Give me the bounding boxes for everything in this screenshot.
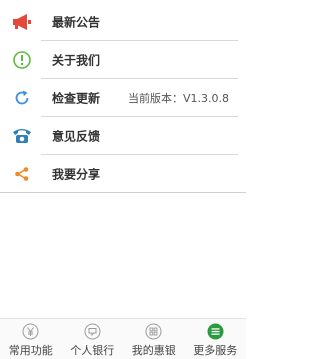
menu-item-label: 意见反馈 — [52, 129, 101, 144]
grid-icon — [145, 323, 162, 340]
tab-label: 常用功能 — [8, 344, 53, 357]
divider — [0, 192, 246, 193]
tab-label: 我的惠银 — [131, 344, 176, 357]
menu-item-label: 我要分享 — [52, 167, 101, 182]
menu-item-label: 关于我们 — [52, 53, 101, 68]
version-text: 当前版本：V1.3.0.8 — [127, 92, 229, 105]
menu-item-label: 最新公告 — [52, 15, 101, 30]
info-icon — [11, 49, 33, 71]
tab-personal-banking[interactable]: 个人银行 — [62, 319, 124, 359]
menu-item-share[interactable]: 我要分享 — [0, 155, 246, 193]
share-icon — [11, 163, 33, 185]
menu-item-about-us[interactable]: 关于我们 — [0, 41, 246, 79]
chat-icon — [84, 323, 101, 340]
bottom-tab-bar: 常用功能 个人银行 我的惠银 更多服务 — [0, 318, 246, 359]
refresh-icon — [11, 87, 33, 109]
menu-icon — [207, 323, 224, 340]
yen-icon — [22, 323, 39, 340]
tab-more-services[interactable]: 更多服务 — [185, 319, 247, 359]
megaphone-icon — [11, 11, 33, 33]
menu-item-check-update[interactable]: 检查更新 当前版本：V1.3.0.8 — [0, 79, 246, 117]
menu-item-label: 检查更新 — [52, 91, 101, 106]
phone-icon — [11, 125, 33, 147]
tab-my-huiyin[interactable]: 我的惠银 — [123, 319, 185, 359]
settings-menu: 最新公告 关于我们 检查更新 当前版本：V1.3.0.8 意见反馈 我要分享 — [0, 0, 246, 193]
menu-item-announcements[interactable]: 最新公告 — [0, 3, 246, 41]
tab-label: 更多服务 — [193, 344, 238, 357]
tab-label: 个人银行 — [70, 344, 115, 357]
menu-item-feedback[interactable]: 意见反馈 — [0, 117, 246, 155]
tab-common-functions[interactable]: 常用功能 — [0, 319, 62, 359]
